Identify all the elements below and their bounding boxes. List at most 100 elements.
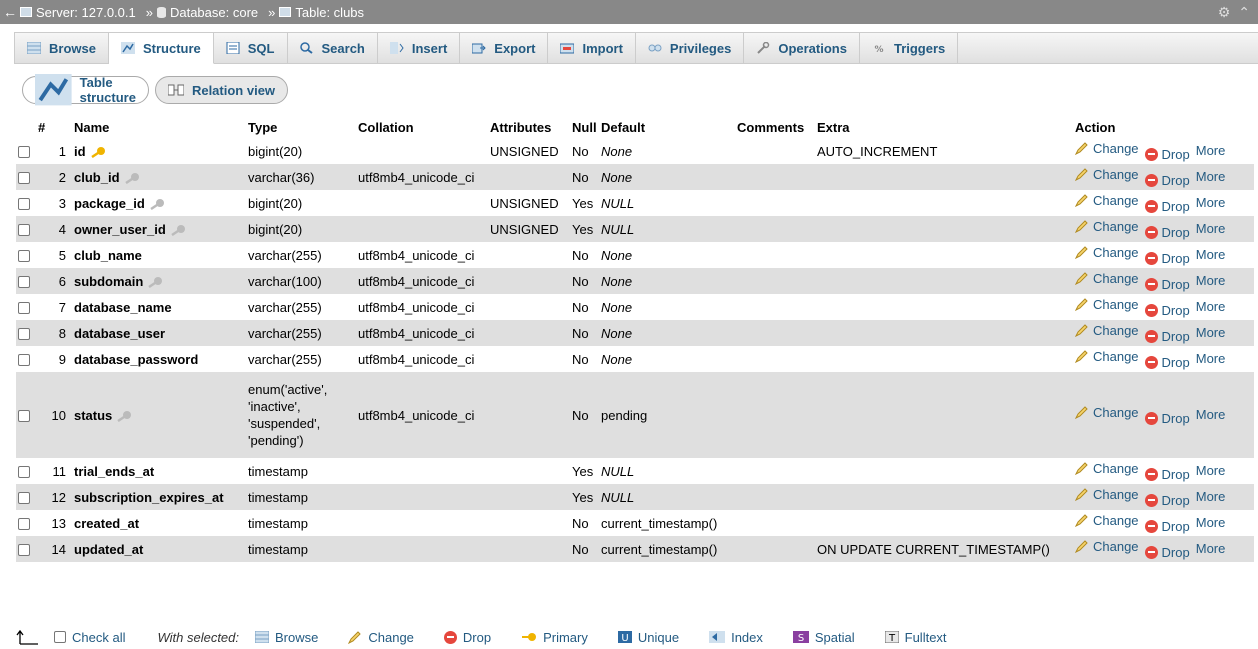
drop-button[interactable]: Drop <box>1144 173 1190 188</box>
change-button[interactable]: Change <box>1074 349 1139 364</box>
header-name[interactable]: Name <box>72 116 246 138</box>
more-dropdown[interactable]: More <box>1196 195 1226 210</box>
row-checkbox[interactable] <box>18 492 30 505</box>
drop-button[interactable]: Drop <box>1144 411 1190 426</box>
row-checkbox[interactable] <box>18 518 30 531</box>
more-dropdown[interactable]: More <box>1196 169 1226 184</box>
change-button[interactable]: Change <box>1074 245 1139 260</box>
column-name[interactable]: club_name <box>74 248 142 263</box>
row-checkbox[interactable] <box>18 250 30 263</box>
table-structure-button[interactable]: Table structure <box>22 74 149 106</box>
column-name[interactable]: package_id <box>74 196 145 211</box>
drop-button[interactable]: Drop <box>1144 251 1190 266</box>
drop-button[interactable]: Drop <box>1144 355 1190 370</box>
bulk-primary-button[interactable]: Primary <box>521 630 588 645</box>
tab-export[interactable]: Export <box>460 32 549 64</box>
check-all-control[interactable]: Check all <box>54 630 125 645</box>
breadcrumb-database[interactable]: Database: core <box>156 5 258 20</box>
tab-privileges[interactable]: Privileges <box>635 32 745 64</box>
drop-button[interactable]: Drop <box>1144 467 1190 482</box>
row-checkbox[interactable] <box>18 410 30 423</box>
bulk-fulltext-button[interactable]: T Fulltext <box>884 630 947 645</box>
more-dropdown[interactable]: More <box>1196 489 1226 504</box>
column-name[interactable]: updated_at <box>74 542 143 557</box>
row-checkbox[interactable] <box>18 328 30 341</box>
breadcrumb-table[interactable]: Table: clubs <box>279 5 364 20</box>
more-dropdown[interactable]: More <box>1196 463 1226 478</box>
tab-import[interactable]: Import <box>548 32 636 64</box>
bulk-change-button[interactable]: Change <box>348 630 414 645</box>
more-dropdown[interactable]: More <box>1196 325 1226 340</box>
row-checkbox[interactable] <box>18 276 30 289</box>
bulk-spatial-button[interactable]: S Spatial <box>792 630 855 645</box>
bulk-drop-button[interactable]: Drop <box>443 630 491 645</box>
row-checkbox[interactable] <box>18 544 30 557</box>
back-arrow-icon[interactable]: ← <box>0 4 20 20</box>
column-name[interactable]: database_password <box>74 352 198 367</box>
change-button[interactable]: Change <box>1074 487 1139 502</box>
bulk-browse-button[interactable]: Browse <box>255 630 318 645</box>
column-name[interactable]: club_id <box>74 170 120 185</box>
row-checkbox[interactable] <box>18 146 30 159</box>
change-button[interactable]: Change <box>1074 297 1139 312</box>
collapse-icon[interactable]: ⌃ <box>1238 4 1250 21</box>
change-button[interactable]: Change <box>1074 405 1139 420</box>
tab-structure[interactable]: Structure <box>108 32 214 64</box>
column-name[interactable]: created_at <box>74 516 139 531</box>
drop-button[interactable]: Drop <box>1144 147 1190 162</box>
drop-button[interactable]: Drop <box>1144 329 1190 344</box>
change-button[interactable]: Change <box>1074 193 1139 208</box>
row-checkbox[interactable] <box>18 224 30 237</box>
column-name[interactable]: status <box>74 408 112 423</box>
bulk-unique-button[interactable]: U Unique <box>617 630 679 645</box>
column-name[interactable]: database_user <box>74 326 165 341</box>
tab-insert[interactable]: Insert <box>377 32 461 64</box>
change-button[interactable]: Change <box>1074 219 1139 234</box>
drop-button[interactable]: Drop <box>1144 199 1190 214</box>
more-dropdown[interactable]: More <box>1196 221 1226 236</box>
drop-button[interactable]: Drop <box>1144 519 1190 534</box>
tab-sql[interactable]: SQL <box>213 32 288 64</box>
settings-gear-icon[interactable]: ⚙ <box>1218 4 1231 21</box>
column-name[interactable]: subscription_expires_at <box>74 490 224 505</box>
bulk-index-button[interactable]: Index <box>709 630 763 645</box>
more-dropdown[interactable]: More <box>1196 515 1226 530</box>
row-checkbox[interactable] <box>18 466 30 479</box>
column-name[interactable]: database_name <box>74 300 172 315</box>
drop-button[interactable]: Drop <box>1144 225 1190 240</box>
row-checkbox[interactable] <box>18 172 30 185</box>
tab-triggers[interactable]: % Triggers <box>859 32 959 64</box>
change-button[interactable]: Change <box>1074 167 1139 182</box>
tab-operations[interactable]: Operations <box>744 32 860 64</box>
more-dropdown[interactable]: More <box>1196 541 1226 556</box>
more-dropdown[interactable]: More <box>1196 407 1226 422</box>
change-button[interactable]: Change <box>1074 461 1139 476</box>
row-number: 3 <box>36 190 72 216</box>
relation-view-button[interactable]: Relation view <box>154 76 289 104</box>
change-button[interactable]: Change <box>1074 539 1139 554</box>
row-checkbox[interactable] <box>18 354 30 367</box>
more-dropdown[interactable]: More <box>1196 247 1226 262</box>
tab-browse[interactable]: Browse <box>14 32 109 64</box>
more-dropdown[interactable]: More <box>1196 273 1226 288</box>
breadcrumb-server[interactable]: Server: 127.0.0.1 <box>20 5 136 20</box>
column-name[interactable]: id <box>74 144 86 159</box>
more-dropdown[interactable]: More <box>1196 351 1226 366</box>
more-dropdown[interactable]: More <box>1196 299 1226 314</box>
column-name[interactable]: owner_user_id <box>74 222 166 237</box>
column-name[interactable]: trial_ends_at <box>74 464 154 479</box>
row-checkbox[interactable] <box>18 198 30 211</box>
more-dropdown[interactable]: More <box>1196 143 1226 158</box>
drop-button[interactable]: Drop <box>1144 303 1190 318</box>
drop-button[interactable]: Drop <box>1144 493 1190 508</box>
change-button[interactable]: Change <box>1074 141 1139 156</box>
change-button[interactable]: Change <box>1074 513 1139 528</box>
change-button[interactable]: Change <box>1074 323 1139 338</box>
drop-button[interactable]: Drop <box>1144 277 1190 292</box>
drop-button[interactable]: Drop <box>1144 545 1190 560</box>
change-button[interactable]: Change <box>1074 271 1139 286</box>
column-name[interactable]: subdomain <box>74 274 143 289</box>
check-all-checkbox[interactable] <box>54 631 66 643</box>
tab-search[interactable]: Search <box>287 32 378 64</box>
row-checkbox[interactable] <box>18 302 30 315</box>
